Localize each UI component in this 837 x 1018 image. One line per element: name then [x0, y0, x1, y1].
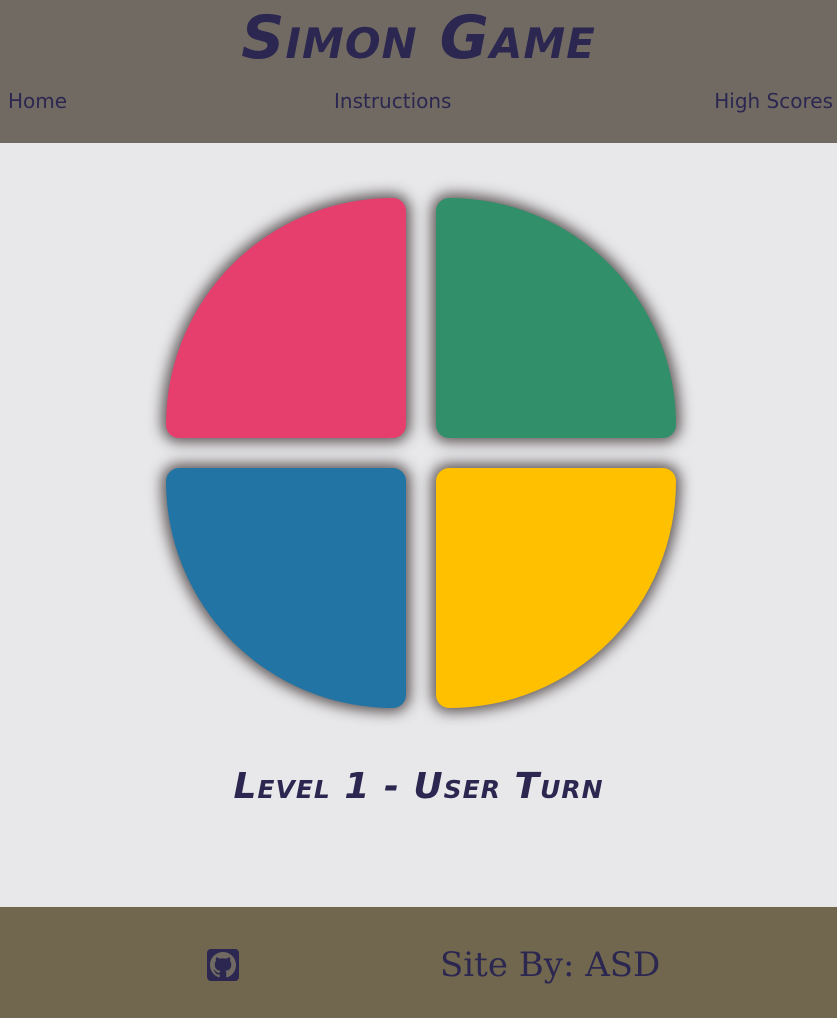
nav-instructions-link[interactable]: Instructions [334, 87, 451, 115]
site-footer: Site By: ASD [0, 907, 837, 1018]
nav-home-link[interactable]: Home [8, 87, 67, 115]
green-pad[interactable] [436, 198, 676, 438]
blue-pad[interactable] [166, 468, 406, 708]
yellow-pad[interactable] [436, 468, 676, 708]
github-icon-glyph [210, 952, 236, 978]
page-title: Simon Game [241, 3, 596, 73]
site-credit: Site By: ASD [440, 945, 661, 985]
game-area: Level 1 - User Turn [0, 143, 837, 907]
game-status: Level 1 - User Turn [233, 766, 604, 807]
github-icon[interactable] [207, 949, 239, 981]
red-pad[interactable] [166, 198, 406, 438]
site-header: Simon Game Home Instructions High Scores [0, 0, 837, 143]
nav-high-scores-link[interactable]: High Scores [714, 87, 833, 115]
